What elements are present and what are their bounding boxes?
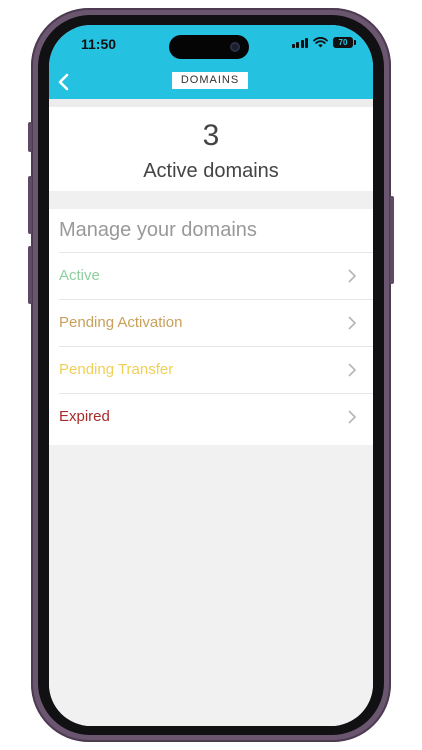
section-title: Manage your domains (59, 219, 257, 241)
dynamic-island (169, 35, 249, 59)
chevron-right-icon (348, 410, 357, 424)
empty-content-area (49, 445, 373, 726)
power-button (390, 196, 394, 284)
header-divider (49, 99, 373, 107)
chevron-left-icon (58, 73, 69, 91)
wifi-icon (313, 37, 328, 48)
domain-status-list: Active Pending Activation Pending Transf… (49, 252, 373, 440)
page-title: DOMAINS (172, 72, 248, 89)
volume-up-button (28, 176, 32, 234)
battery-icon: 70 (333, 37, 356, 48)
list-item-pending-activation[interactable]: Pending Activation (59, 299, 373, 346)
section-gap (49, 191, 373, 209)
list-item-expired[interactable]: Expired (59, 393, 373, 440)
domain-count-card: 3 Active domains (49, 107, 373, 191)
list-item-active[interactable]: Active (59, 252, 373, 299)
list-item-label: Expired (59, 408, 110, 425)
volume-down-button (28, 246, 32, 304)
app-screen: 11:50 70 DOMAINS 3 Active domains Manage… (49, 25, 373, 726)
chevron-right-icon (348, 363, 357, 377)
status-icons: 70 (291, 37, 356, 48)
back-button[interactable] (53, 70, 77, 94)
camera-icon (230, 42, 240, 52)
cellular-signal-icon (291, 37, 308, 48)
list-item-label: Pending Activation (59, 314, 183, 331)
silent-switch (28, 122, 32, 152)
chevron-right-icon (348, 316, 357, 330)
active-domain-label: Active domains (143, 160, 279, 182)
manage-domains-card: Manage your domains Active Pending Activ… (49, 209, 373, 445)
chevron-right-icon (348, 269, 357, 283)
list-item-pending-transfer[interactable]: Pending Transfer (59, 346, 373, 393)
list-item-label: Pending Transfer (59, 361, 174, 378)
status-time: 11:50 (81, 36, 117, 52)
header-bar: 11:50 70 DOMAINS (49, 25, 373, 99)
active-domain-count: 3 (202, 119, 220, 152)
list-item-label: Active (59, 267, 100, 284)
